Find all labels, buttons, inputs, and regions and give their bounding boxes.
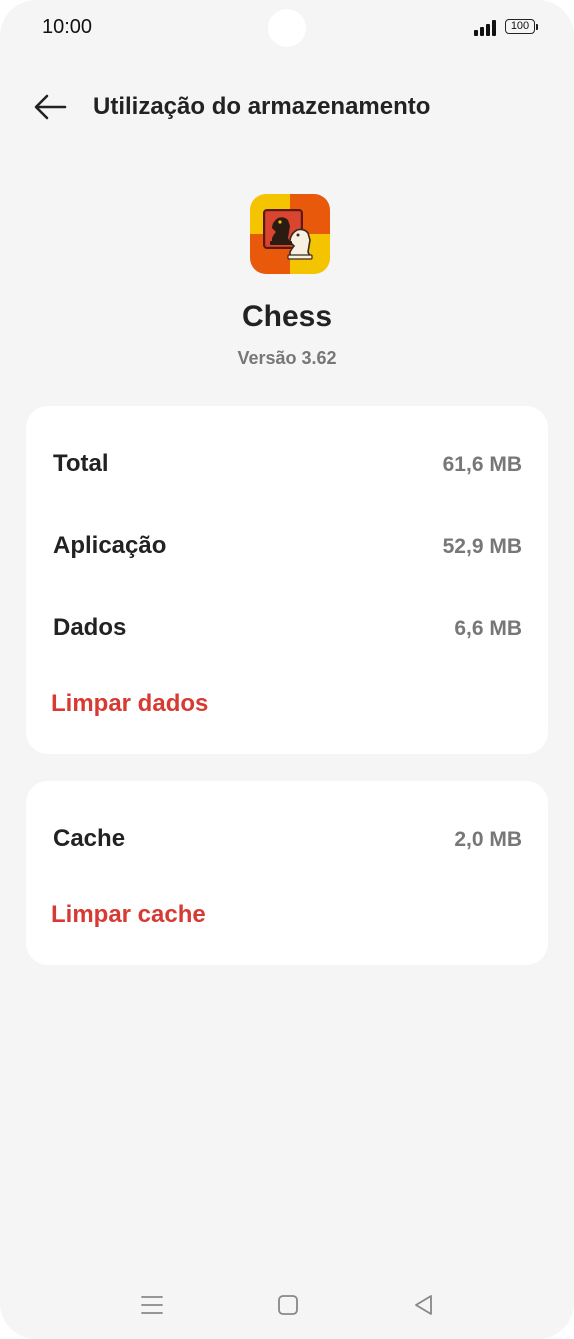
status-time: 10:00	[42, 16, 93, 38]
storage-row-data: Dados 6,6 MB	[26, 606, 548, 646]
signal-icon	[474, 20, 496, 36]
row-value: 2,0 MB	[454, 828, 522, 851]
storage-row-app: Aplicação 52,9 MB	[26, 524, 548, 564]
page-title: Utilização do armazenamento	[93, 93, 431, 120]
phone-screen: 10:00 100 Utilização do armazenamento Ch…	[0, 0, 574, 1339]
battery-icon: 100	[505, 19, 541, 36]
row-value: 6,6 MB	[454, 617, 522, 640]
arrow-left-icon	[34, 94, 67, 120]
battery-level: 100	[505, 19, 535, 34]
row-value: 52,9 MB	[442, 535, 522, 558]
cache-card: Cache 2,0 MB Limpar cache	[26, 781, 548, 965]
navigation-bar	[0, 1280, 574, 1328]
app-version: Versão 3.62	[237, 348, 337, 368]
app-bar: Utilização do armazenamento	[0, 82, 574, 132]
camera-cutout	[268, 9, 306, 47]
storage-row-total: Total 61,6 MB	[26, 442, 548, 482]
status-bar: 10:00 100	[0, 0, 574, 56]
home-icon[interactable]	[275, 1292, 301, 1318]
clear-data-button[interactable]: Limpar dados	[51, 690, 208, 718]
clear-cache-button[interactable]: Limpar cache	[51, 901, 206, 929]
back-button[interactable]	[32, 92, 68, 122]
battery-cap	[536, 24, 538, 30]
row-value: 61,6 MB	[442, 453, 522, 476]
row-label: Cache	[53, 825, 126, 852]
row-label: Aplicação	[53, 532, 167, 559]
app-name: Chess	[241, 300, 333, 333]
row-label: Total	[53, 450, 109, 477]
storage-card: Total 61,6 MB Aplicação 52,9 MB Dados 6,…	[26, 406, 548, 754]
back-triangle-icon[interactable]	[411, 1292, 437, 1318]
chess-knight-app-icon	[250, 194, 330, 274]
row-label: Dados	[53, 614, 127, 641]
cache-row: Cache 2,0 MB	[26, 817, 548, 857]
menu-icon[interactable]	[139, 1292, 165, 1318]
